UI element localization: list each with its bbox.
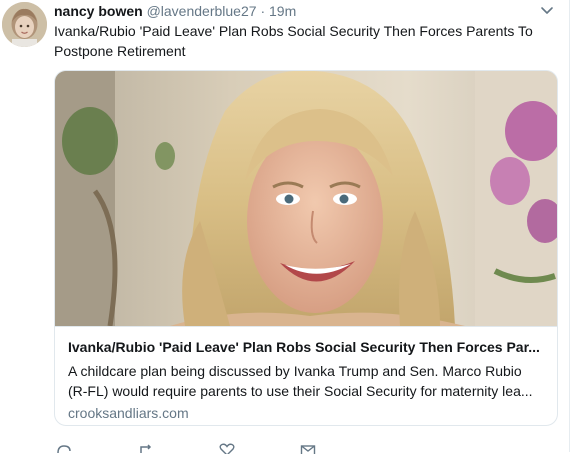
tweet-text: Ivanka/Rubio 'Paid Leave' Plan Robs Soci… <box>54 23 533 59</box>
timeline-divider <box>569 0 570 452</box>
header-separator: · <box>260 3 266 19</box>
card-description-line-2: (R-FL) would require parents to use thei… <box>68 383 533 399</box>
card-domain[interactable]: crooksandliars.com <box>68 403 545 423</box>
card-body: Ivanka/Rubio 'Paid Leave' Plan Robs Soci… <box>55 326 557 425</box>
tweet-timestamp[interactable]: 19m <box>269 3 296 19</box>
reply-icon[interactable] <box>56 442 72 454</box>
retweet-icon[interactable] <box>138 442 154 454</box>
link-card[interactable]: Ivanka/Rubio 'Paid Leave' Plan Robs Soci… <box>54 70 558 426</box>
card-description: A childcare plan being discussed by Ivan… <box>68 361 545 401</box>
more-caret-icon[interactable] <box>539 4 555 18</box>
card-title[interactable]: Ivanka/Rubio 'Paid Leave' Plan Robs Soci… <box>68 337 545 357</box>
direct-message-icon[interactable] <box>300 442 316 454</box>
like-icon[interactable] <box>219 442 235 454</box>
card-image[interactable] <box>55 71 557 326</box>
tweet-actions <box>54 442 474 454</box>
card-description-line-1: A childcare plan being discussed by Ivan… <box>68 363 522 379</box>
tweet-header: nancy bowen @lavenderblue27 · 19m <box>54 2 296 22</box>
avatar[interactable] <box>2 2 47 47</box>
author-handle[interactable]: @lavenderblue27 <box>147 3 257 19</box>
author-name[interactable]: nancy bowen <box>54 3 143 19</box>
